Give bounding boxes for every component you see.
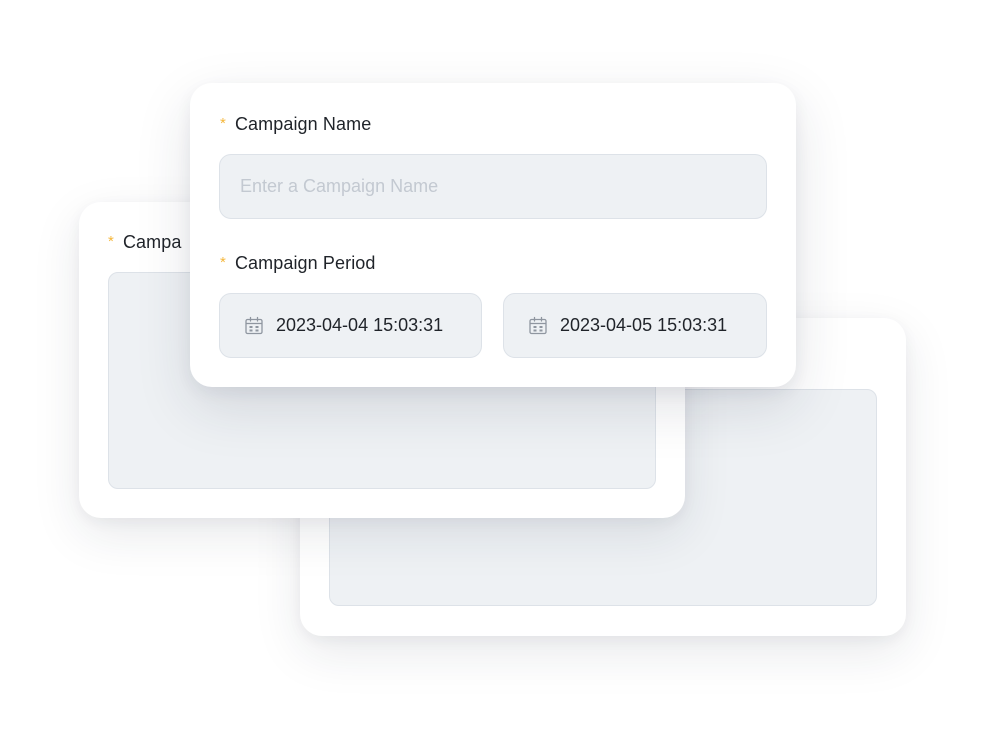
campaign-period-label: * Campaign Period [220, 253, 376, 274]
calendar-icon [529, 316, 547, 334]
campaign-name-input[interactable] [219, 154, 767, 219]
campaign-name-label: * Campaign Name [220, 114, 371, 135]
campaign-end-date-picker[interactable]: 2023-04-05 15:03:31 [503, 293, 767, 358]
required-mark: * [220, 254, 226, 271]
background-card-left-label: * Campa [108, 232, 181, 253]
campaign-name-label-text: Campaign Name [234, 114, 372, 134]
campaign-start-date-value: 2023-04-04 15:03:31 [276, 315, 444, 335]
required-mark: * [108, 233, 114, 250]
campaign-period-label-text: Campaign Period [234, 253, 376, 273]
campaign-end-date-value: 2023-04-05 15:03:31 [560, 315, 728, 335]
calendar-icon [245, 316, 263, 334]
stage: * Campa * Campaign Name * Campaign Period [0, 0, 986, 734]
campaign-form-card: * Campaign Name * Campaign Period 2023-04-… [190, 83, 796, 387]
background-card-left-label-text: Campa [122, 232, 182, 252]
required-mark: * [220, 115, 226, 132]
campaign-start-date-picker[interactable]: 2023-04-04 15:03:31 [219, 293, 482, 358]
